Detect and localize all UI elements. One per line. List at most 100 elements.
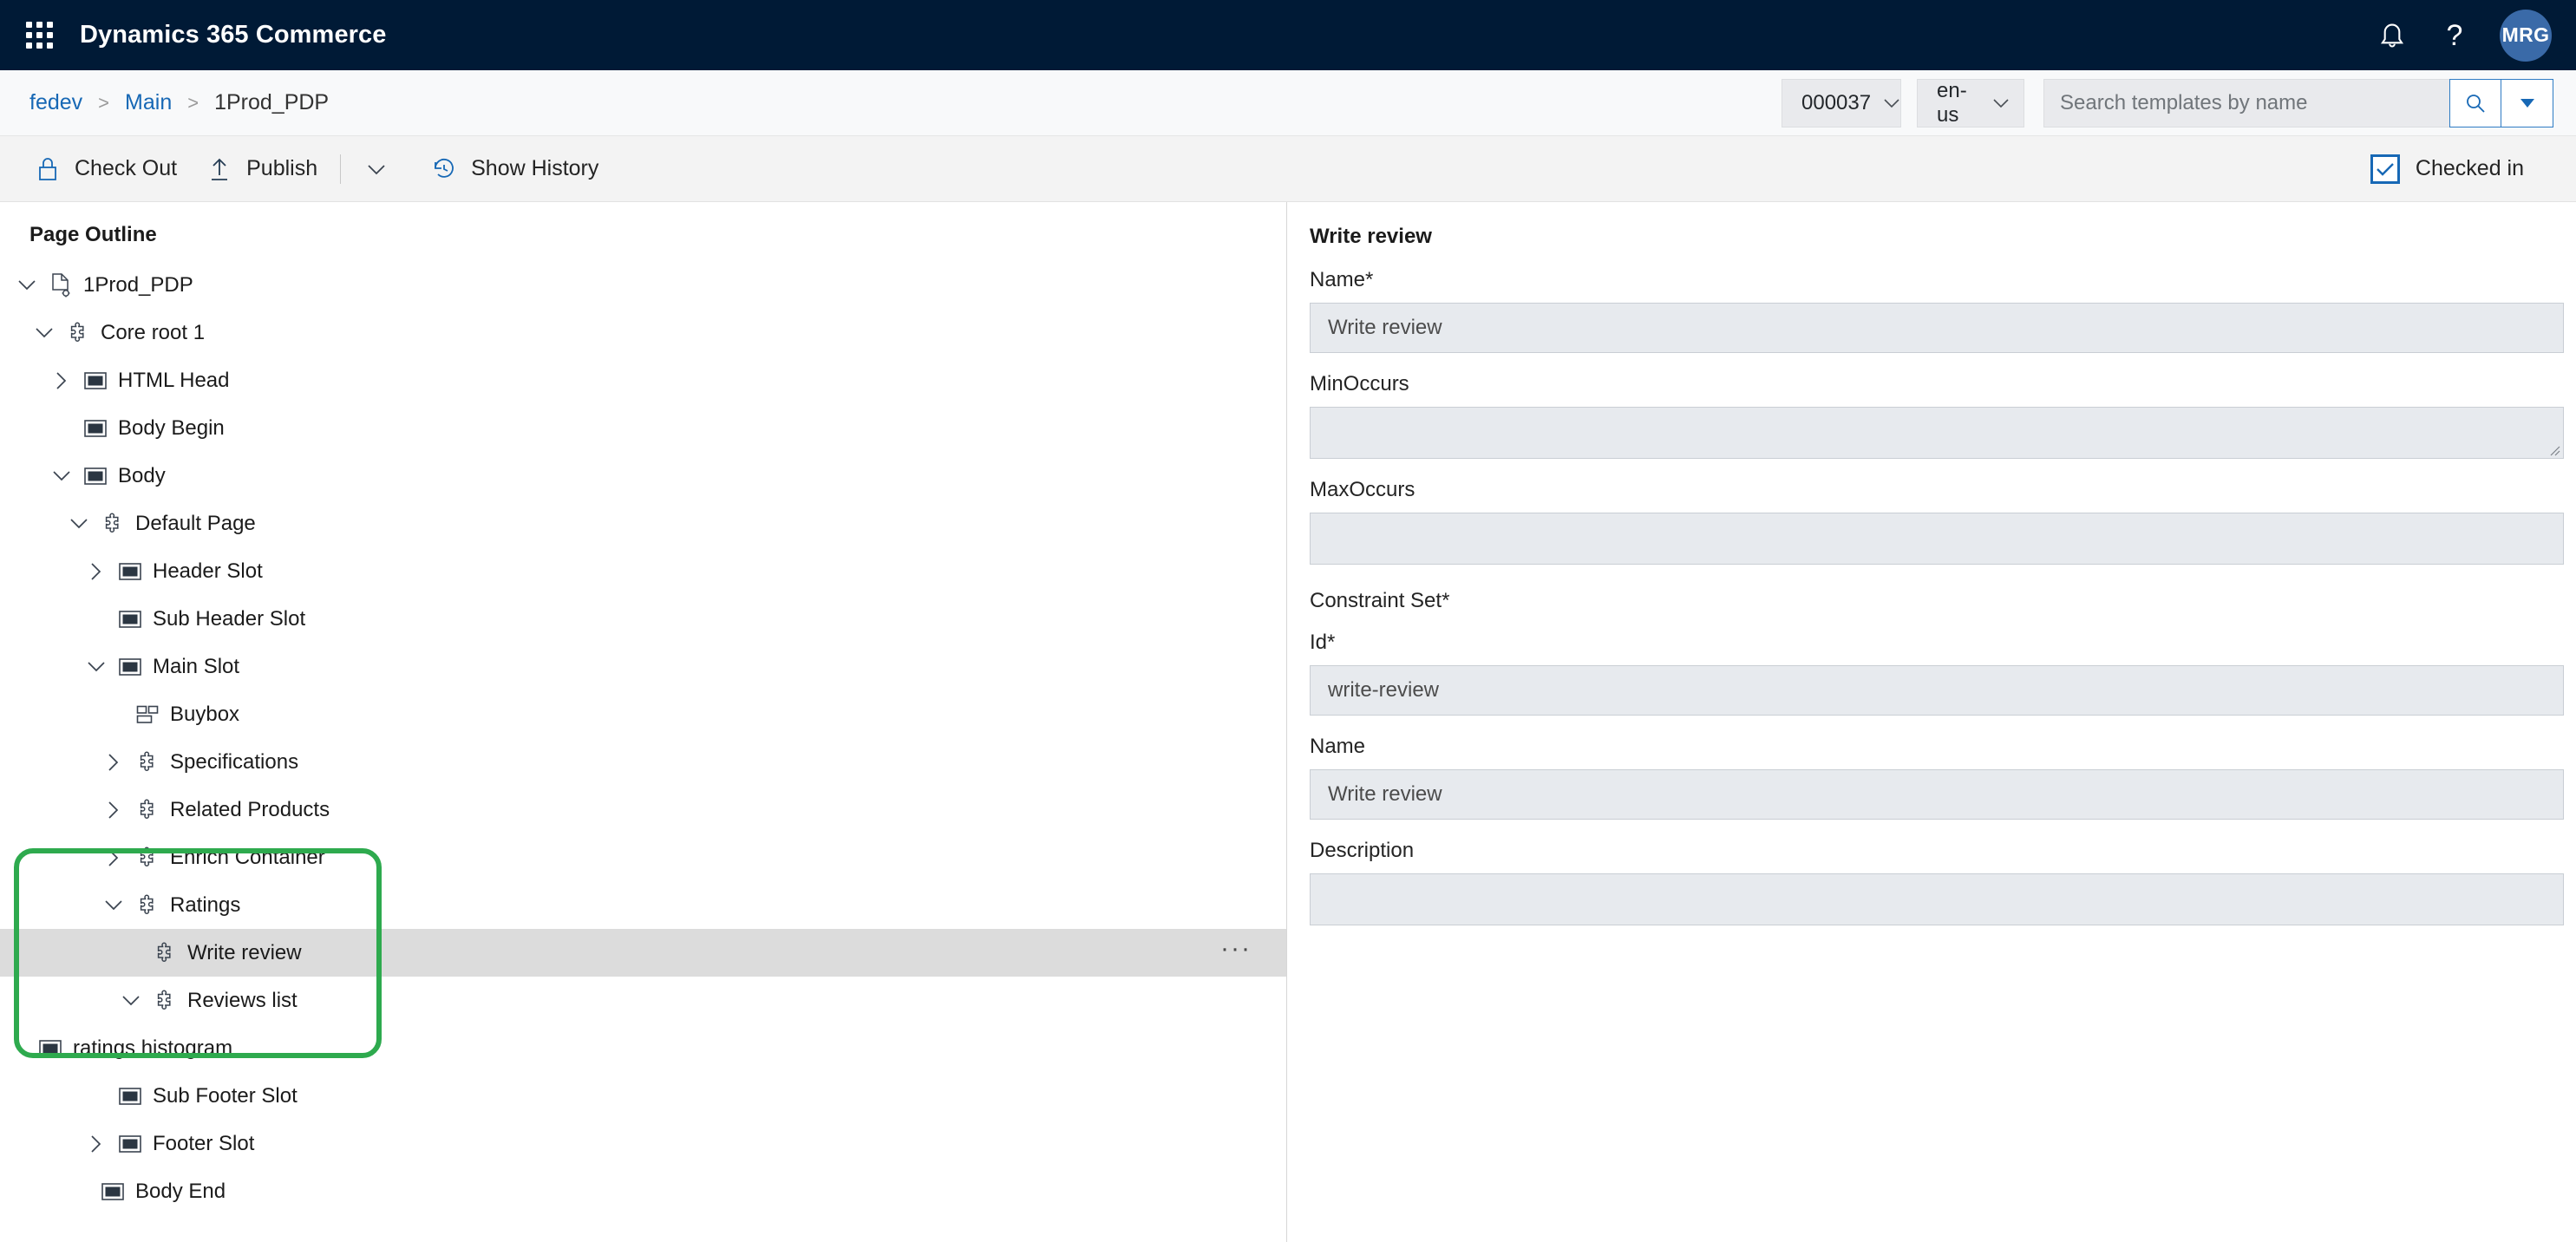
search-area: [2043, 78, 2553, 127]
tree-node-label: 1Prod_PDP: [83, 272, 193, 297]
outline-tree[interactable]: 1Prod_PDP Core root 1 HTML Head Body Begin B…: [0, 261, 1286, 1215]
breadcrumb-item-fedev[interactable]: fedev: [29, 90, 82, 115]
tree-node-label: Body Begin: [118, 415, 225, 440]
checkbox-checked-icon: [2370, 154, 2400, 184]
status-label: Checked in: [2415, 156, 2524, 180]
publish-button[interactable]: Publish: [191, 144, 331, 194]
search-box[interactable]: [2043, 78, 2449, 127]
node-icon-wrapper: [113, 562, 147, 580]
puzzle-piece-icon: [136, 894, 159, 917]
search-button[interactable]: [2449, 78, 2501, 127]
description-input[interactable]: [1310, 873, 2564, 925]
node-icon-wrapper: [147, 990, 182, 1012]
chevron-down-icon[interactable]: [10, 269, 43, 302]
tree-node[interactable]: Header Slot: [0, 547, 1286, 595]
tree-node[interactable]: HTML Head: [0, 356, 1286, 404]
properties-panel: Write review Name* Write review MinOccur…: [1287, 202, 2576, 1242]
tree-node-label: HTML Head: [118, 368, 230, 392]
tree-node[interactable]: Specifications: [0, 738, 1286, 786]
puzzle-piece-icon: [154, 942, 176, 964]
tree-node[interactable]: Buybox: [0, 690, 1286, 738]
chevron-down-icon[interactable]: [28, 317, 61, 350]
chevron-down-icon[interactable]: [97, 889, 130, 922]
check-out-button[interactable]: Check Out: [19, 144, 191, 194]
chevron-down-icon[interactable]: [114, 984, 147, 1017]
slot-module-icon: [119, 1134, 141, 1153]
tree-node[interactable]: Enrich Container: [0, 833, 1286, 881]
tree-node-label: Default Page: [135, 511, 256, 535]
minoccurs-input[interactable]: [1310, 407, 2564, 459]
chevron-right-icon[interactable]: [97, 841, 130, 874]
lock-icon: [33, 156, 62, 182]
node-icon-wrapper: [78, 419, 113, 437]
publish-options-button[interactable]: [350, 144, 415, 194]
tree-node[interactable]: Sub Footer Slot: [0, 1072, 1286, 1120]
chevron-right-icon[interactable]: [80, 555, 113, 588]
field-label: MaxOccurs: [1310, 478, 1415, 501]
page-settings-icon: [49, 272, 72, 298]
resize-grip-icon[interactable]: [2545, 441, 2560, 456]
tree-node-label: Buybox: [170, 702, 240, 726]
tree-node[interactable]: Sub Header Slot: [0, 595, 1286, 643]
tree-node[interactable]: Related Products: [0, 786, 1286, 833]
maxoccurs-input[interactable]: [1310, 513, 2564, 565]
name-input[interactable]: Write review: [1310, 303, 2564, 353]
tree-node[interactable]: ratings histogram: [0, 1024, 1286, 1072]
search-input[interactable]: [2060, 90, 2434, 115]
field-id: Id* write-review: [1310, 631, 2564, 716]
puzzle-piece-icon: [154, 990, 176, 1012]
waffle-grid-icon[interactable]: [19, 16, 59, 56]
chevron-down-icon[interactable]: [62, 507, 95, 540]
node-icon-wrapper: [130, 751, 165, 774]
constraint-name-input[interactable]: Write review: [1310, 769, 2564, 820]
chevron-right-icon[interactable]: [97, 746, 130, 779]
avatar[interactable]: MRG: [2500, 9, 2552, 62]
question-mark-icon[interactable]: ?: [2423, 9, 2486, 62]
tree-node-label: Main Slot: [153, 654, 240, 678]
history-clock-icon: [429, 157, 459, 181]
tree-node[interactable]: Body End: [0, 1167, 1286, 1215]
show-history-button[interactable]: Show History: [415, 144, 612, 194]
tree-node[interactable]: Default Page: [0, 500, 1286, 547]
breadcrumb-item-main[interactable]: Main: [125, 90, 172, 115]
tree-node-selected[interactable]: Write review ···: [0, 929, 1286, 977]
node-icon-wrapper: [130, 705, 165, 724]
chevron-right-icon[interactable]: [45, 364, 78, 397]
search-options-button[interactable]: [2501, 78, 2553, 127]
bell-icon[interactable]: [2361, 9, 2423, 62]
store-dropdown[interactable]: 000037: [1782, 78, 1901, 127]
command-toolbar: Check Out Publish Show History Checked i…: [0, 136, 2576, 202]
check-out-label: Check Out: [75, 156, 178, 180]
id-input[interactable]: write-review: [1310, 665, 2564, 716]
node-overflow-menu-icon[interactable]: ···: [1220, 935, 1252, 971]
chevron-right-icon[interactable]: [80, 1128, 113, 1160]
locale-dropdown[interactable]: en-us: [1917, 78, 2024, 127]
slot-module-icon: [119, 1087, 141, 1105]
chevron-right-icon[interactable]: [97, 794, 130, 827]
tree-node[interactable]: Body: [0, 452, 1286, 500]
tree-node[interactable]: 1Prod_PDP: [0, 261, 1286, 309]
field-minoccurs: MinOccurs: [1310, 372, 2564, 459]
tree-node[interactable]: Ratings: [0, 881, 1286, 929]
tree-node[interactable]: Core root 1: [0, 309, 1286, 356]
puzzle-piece-icon: [136, 847, 159, 869]
tree-node[interactable]: Footer Slot: [0, 1120, 1286, 1167]
chevron-down-icon[interactable]: [45, 460, 78, 493]
chevron-down-icon[interactable]: [80, 650, 113, 683]
field-label: MinOccurs: [1310, 372, 1409, 395]
breadcrumb-bar: fedev > Main > 1Prod_PDP 000037 en-us: [0, 70, 2576, 136]
field-label: Name: [1310, 735, 1366, 758]
content-split: Page Outline 1Prod_PDP Core root 1 HTML He…: [0, 202, 2576, 1242]
tree-node-label: Sub Footer Slot: [153, 1083, 297, 1108]
node-icon-wrapper: [147, 942, 182, 964]
puzzle-piece-icon: [136, 799, 159, 821]
status-badge: Checked in: [2370, 154, 2550, 184]
breadcrumb: fedev > Main > 1Prod_PDP: [29, 90, 329, 115]
page-outline-panel: Page Outline 1Prod_PDP Core root 1 HTML He…: [0, 202, 1287, 1242]
tree-node-label: Body: [118, 463, 166, 487]
puzzle-piece-icon: [101, 513, 124, 535]
field-maxoccurs: MaxOccurs: [1310, 478, 2564, 565]
tree-node[interactable]: Body Begin: [0, 404, 1286, 452]
tree-node[interactable]: Reviews list: [0, 977, 1286, 1024]
tree-node[interactable]: Main Slot: [0, 643, 1286, 690]
